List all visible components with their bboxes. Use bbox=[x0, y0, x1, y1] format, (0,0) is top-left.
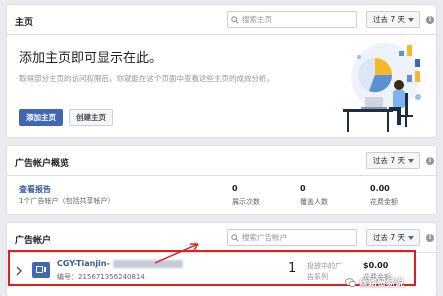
accounts-range-dropdown[interactable]: 过去 7 天 bbox=[366, 229, 420, 246]
accounts-range-label: 过去 7 天 bbox=[373, 233, 406, 242]
pages-search[interactable] bbox=[227, 11, 357, 28]
create-page-button[interactable]: 创建主页 bbox=[69, 109, 113, 126]
stat-spend-label: 花费金额 bbox=[370, 198, 398, 206]
ad-accounts-title: 广告帐户 bbox=[15, 236, 52, 246]
pages-range-label: 过去 7 天 bbox=[373, 15, 406, 24]
pages-range-dropdown[interactable]: 过去 7 天 bbox=[366, 11, 420, 28]
ad-accounts-search[interactable] bbox=[227, 229, 357, 246]
stat-reach-label: 覆盖人数 bbox=[300, 198, 328, 206]
chevron-down-icon bbox=[408, 159, 414, 163]
ad-overview-card: 广告帐户概览 过去 7 天 i 查看报告 1个广告帐户（包括共享帐户） 0 展示… bbox=[6, 145, 437, 215]
pages-empty-heading: 添加主页即可显示在此。 bbox=[19, 51, 163, 66]
analytics-illustration bbox=[343, 43, 421, 132]
add-page-button[interactable]: 添加主页 bbox=[19, 109, 63, 126]
chevron-down-icon bbox=[408, 18, 414, 22]
pages-card-title: 主页 bbox=[15, 18, 34, 28]
search-icon bbox=[231, 15, 239, 24]
stat-reach-value: 0 bbox=[300, 184, 306, 193]
info-icon[interactable]: i bbox=[426, 157, 434, 165]
annotation-arrow bbox=[154, 243, 199, 264]
watermark: 丝路贸易说 bbox=[345, 276, 404, 289]
watermark-text: 丝路贸易说 bbox=[359, 279, 405, 289]
account-count-text: 1个广告帐户（包括共享帐户） bbox=[19, 197, 115, 205]
chevron-down-icon bbox=[408, 236, 414, 240]
pages-search-input[interactable] bbox=[242, 15, 356, 24]
stat-impressions-label: 展示次数 bbox=[232, 198, 260, 206]
pages-card-divider bbox=[7, 34, 436, 35]
stat-impressions-value: 0 bbox=[232, 184, 238, 193]
search-icon bbox=[231, 233, 239, 242]
overview-card-divider bbox=[7, 175, 436, 176]
ad-accounts-search-input[interactable] bbox=[242, 233, 356, 242]
ad-overview-title: 广告帐户概览 bbox=[15, 159, 70, 169]
overview-range-dropdown[interactable]: 过去 7 天 bbox=[366, 152, 420, 169]
view-report-link[interactable]: 查看报告 bbox=[19, 184, 51, 195]
info-icon[interactable]: i bbox=[426, 16, 434, 24]
pages-card: 主页 过去 7 天 i 添加主页即可显示在此。 取得部分主页的访问权限后，你就能… bbox=[6, 4, 437, 138]
wechat-icon bbox=[345, 277, 356, 287]
info-icon[interactable]: i bbox=[426, 234, 434, 242]
stat-spend-value: 0.00 bbox=[370, 184, 390, 193]
pages-empty-description: 取得部分主页的访问权限后，你就能在这个页面中查看这些主页的成效分析。 bbox=[19, 74, 274, 83]
overview-range-label: 过去 7 天 bbox=[373, 156, 406, 165]
